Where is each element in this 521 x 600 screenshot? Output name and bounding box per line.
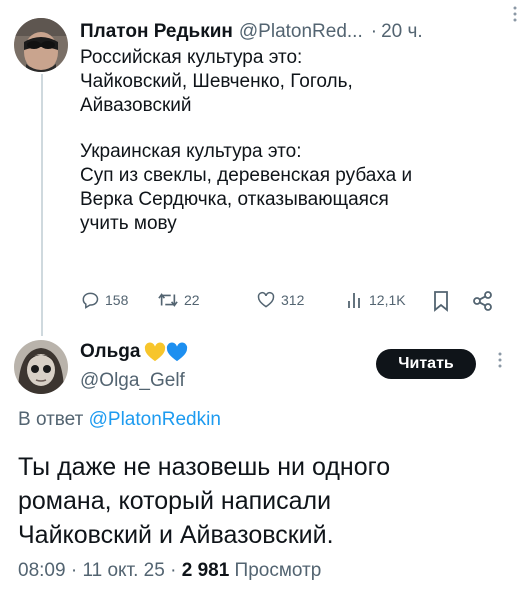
bookmark-icon: [434, 291, 448, 312]
tweet1-line: Чайковский, Шевченко, Гоголь,: [80, 71, 353, 92]
tweet2-author-name[interactable]: Ольga: [80, 340, 140, 364]
tweet1-line: учить мову: [80, 213, 177, 234]
repost-button[interactable]: 22: [157, 290, 200, 310]
reply-button[interactable]: 158: [80, 290, 128, 310]
tweet2-text: Ты даже не назовешь ни одного романа, ко…: [18, 450, 508, 552]
heart-blue-icon: [167, 342, 188, 362]
more-icon[interactable]: [513, 6, 517, 27]
repost-icon: [158, 293, 178, 307]
share-button[interactable]: [472, 290, 494, 312]
meta-separator: ·: [70, 560, 83, 581]
thread-line: [41, 74, 43, 336]
tweet2-line: романа, который написали: [18, 487, 332, 515]
tweet1-separator: ·: [370, 21, 378, 42]
heart-yellow-icon: [145, 342, 166, 362]
like-button[interactable]: 312: [256, 290, 304, 310]
tweet2-view-label: Просмотр: [234, 560, 322, 581]
tweet1-line: Украинская культура это:: [80, 141, 302, 162]
tweet2-author-handle[interactable]: @Olga_Gelf: [80, 369, 185, 393]
avatar-platon[interactable]: [14, 18, 68, 72]
tweet2-meta: 08:09 · 11 окт. 25 · 2 981 Просмотр: [18, 559, 321, 583]
share-icon: [473, 291, 492, 311]
tweet1-text: Российская культура это: Чайковский, Шев…: [80, 46, 500, 236]
views-button[interactable]: 12,1K: [346, 290, 406, 310]
tweet1-line: Российская культура это:: [80, 47, 303, 68]
meta-separator: ·: [170, 560, 182, 581]
bookmark-button[interactable]: [432, 290, 450, 312]
tweet2-date[interactable]: 11 окт. 25: [82, 560, 164, 581]
reply-mention-link[interactable]: @PlatonRedkin: [89, 409, 221, 430]
like-count: 312: [281, 292, 305, 308]
tweet1-line: Суп из свеклы, деревенская рубаха и: [80, 165, 413, 186]
tweet1-author-name[interactable]: Платон Редькин: [80, 20, 233, 44]
tweet2-author-row: Ольga: [80, 340, 188, 364]
views-count: 12,1K: [369, 292, 406, 308]
tweet2-time[interactable]: 08:09: [18, 560, 66, 581]
tweet1-actions: 158 22 312 12,1K: [80, 290, 500, 314]
reply-icon: [82, 292, 99, 309]
tweet1-author-handle[interactable]: @PlatonRed...: [239, 20, 363, 44]
tweet2-line: Ты даже не назовешь ни одного: [18, 453, 391, 481]
like-icon: [257, 291, 275, 308]
reply-count: 158: [105, 292, 129, 308]
tweet1-line: Айвазовский: [80, 95, 192, 116]
tweet1-line: Верка Сердючка, отказывающаяся: [80, 189, 389, 210]
author-emoji: [144, 342, 188, 362]
views-icon: [348, 293, 360, 308]
more-icon[interactable]: [496, 352, 504, 368]
repost-count: 22: [184, 292, 200, 308]
tweet1-time[interactable]: 20 ч.: [381, 20, 423, 44]
tweet1-header: Платон Редькин @PlatonRed... · 20 ч.: [80, 20, 511, 44]
tweet2-line: Чайковский и Айвазовский.: [18, 521, 334, 549]
follow-button[interactable]: Читать: [376, 349, 476, 379]
tweet2-view-count: 2 981: [181, 560, 230, 581]
reply-prefix: В ответ: [18, 409, 84, 430]
avatar-olga[interactable]: [14, 340, 68, 394]
replying-to: В ответ @PlatonRedkin: [18, 408, 221, 432]
